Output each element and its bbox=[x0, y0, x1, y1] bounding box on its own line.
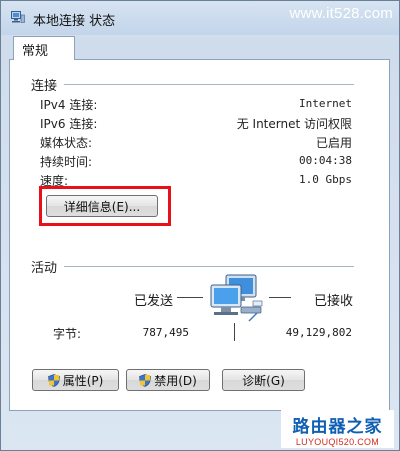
disable-button-label: 禁用(D) bbox=[154, 373, 197, 388]
details-highlight-box bbox=[39, 186, 171, 226]
network-computers-icon bbox=[210, 274, 263, 322]
connection-section-title: 连接 bbox=[31, 79, 58, 94]
bytes-sent-value: 787,495 bbox=[142, 326, 189, 339]
properties-button-label: 属性(P) bbox=[62, 373, 104, 388]
duration-label: 持续时间: bbox=[40, 155, 93, 169]
watermark-sub-text: LUYOUQI520.COM bbox=[295, 437, 380, 447]
network-icon bbox=[11, 11, 25, 23]
watermark-bottom: 路由器之家 LUYOUQI520.COM bbox=[281, 410, 394, 448]
watermark-top: www.it528.com bbox=[289, 5, 393, 22]
sent-line bbox=[177, 297, 203, 298]
connection-divider bbox=[64, 84, 354, 85]
title-bar[interactable]: 本地连接 状态 www.it528.com bbox=[1, 1, 399, 35]
bytes-label: 字节: bbox=[53, 327, 82, 341]
media-state-label: 媒体状态: bbox=[40, 136, 93, 150]
duration-value: 00:04:38 bbox=[299, 154, 352, 167]
sent-label: 已发送 bbox=[134, 294, 174, 309]
tab-general[interactable]: 常规 bbox=[13, 36, 75, 60]
speed-value: 1.0 Gbps bbox=[299, 173, 352, 186]
disable-button[interactable]: 禁用(D) bbox=[126, 369, 210, 391]
uac-shield-icon bbox=[139, 373, 152, 387]
received-label: 已接收 bbox=[314, 294, 354, 309]
ipv4-label: IPv4 连接: bbox=[40, 98, 98, 112]
ipv6-label: IPv6 连接: bbox=[40, 117, 98, 131]
media-state-value: 已启用 bbox=[315, 136, 352, 150]
bytes-received-value: 49,129,802 bbox=[285, 326, 352, 339]
activity-separator bbox=[234, 323, 235, 341]
status-window: 本地连接 状态 www.it528.com 常规 连接 IPv4 连接: Int… bbox=[0, 0, 400, 451]
ipv6-value: 无 Internet 访问权限 bbox=[236, 117, 352, 131]
properties-button[interactable]: 属性(P) bbox=[32, 369, 119, 391]
activity-divider bbox=[64, 266, 354, 267]
uac-shield-icon bbox=[47, 373, 60, 387]
diagnose-button[interactable]: 诊断(G) bbox=[222, 369, 305, 391]
ipv4-value: Internet bbox=[299, 97, 352, 110]
window-title: 本地连接 状态 bbox=[33, 14, 116, 29]
activity-section-title: 活动 bbox=[31, 261, 58, 276]
watermark-main-text: 路由器之家 bbox=[292, 417, 383, 437]
received-line bbox=[269, 297, 291, 298]
